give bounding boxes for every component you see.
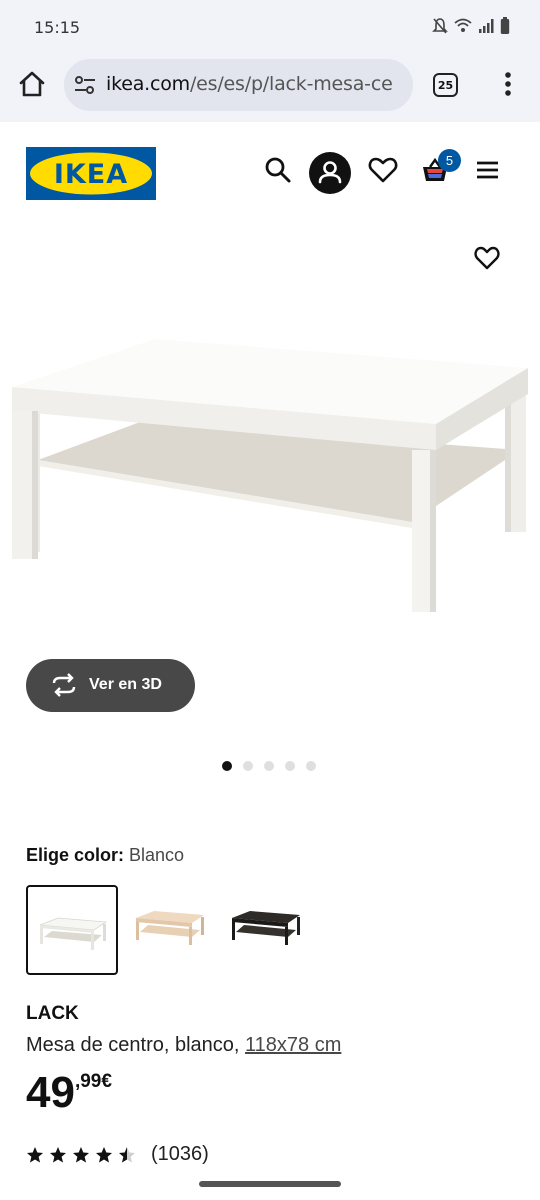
star-icon [27, 1146, 43, 1162]
rating-count: (1036) [151, 1143, 209, 1165]
price-decimals: ,99 [74, 1071, 102, 1092]
color-selector-heading: Elige color: Blanco [26, 845, 184, 866]
gallery-pagination [222, 761, 316, 771]
rating-stars [26, 1146, 136, 1164]
swatch-oak-white[interactable] [122, 885, 214, 975]
price-integer: 49 [26, 1068, 75, 1117]
tab-switcher-button[interactable]: 25 [433, 73, 458, 97]
wifi-icon [454, 18, 472, 32]
star-icon [96, 1146, 112, 1162]
product-description-text: Mesa de centro, blanco, [26, 1034, 240, 1056]
search-icon[interactable] [262, 154, 294, 186]
view-in-3d-label: Ver en 3D [89, 676, 162, 693]
gallery-dot-2[interactable] [243, 761, 253, 771]
gallery-dot-3[interactable] [264, 761, 274, 771]
mute-icon [432, 18, 448, 34]
signal-icon [479, 19, 494, 33]
battery-icon [500, 17, 510, 34]
hamburger-menu-icon[interactable] [472, 154, 504, 186]
address-bar[interactable]: ikea.com/es/es/p/lack-mesa-ce [64, 59, 413, 111]
url-path: /es/es/p/lack-mesa-ce [189, 73, 393, 95]
ikea-logo[interactable]: IKEA [26, 147, 156, 200]
logo-text: IKEA [54, 159, 128, 190]
black-table-thumbnail [232, 911, 300, 945]
favorites-icon[interactable] [367, 154, 399, 186]
url-text: ikea.com/es/es/p/lack-mesa-ce [106, 73, 406, 95]
url-host: ikea.com [106, 73, 190, 95]
status-time: 15:15 [34, 18, 81, 37]
browser-toolbar: ikea.com/es/es/p/lack-mesa-ce 25 [0, 56, 540, 122]
gallery-dot-4[interactable] [285, 761, 295, 771]
gallery-dot-1[interactable] [222, 761, 232, 771]
product-price: 49,99€ [26, 1068, 112, 1118]
status-bar: 15:15 [0, 0, 540, 56]
color-value: Blanco [129, 845, 185, 865]
color-label: Elige color: [26, 845, 125, 865]
star-icon [73, 1146, 89, 1162]
more-options-icon[interactable] [496, 68, 520, 100]
gesture-navigation-bar[interactable] [199, 1181, 341, 1187]
site-settings-icon[interactable] [74, 75, 96, 95]
rotate-3d-icon [52, 673, 76, 697]
product-rating[interactable]: (1036) [26, 1143, 209, 1166]
view-in-3d-button[interactable]: Ver en 3D [26, 659, 195, 712]
price-currency: € [101, 1071, 112, 1092]
cart-count-badge: 5 [438, 149, 461, 172]
product-description: Mesa de centro, blanco, 118x78 cm [26, 1034, 341, 1057]
white-table-thumbnail [39, 917, 108, 950]
product-image[interactable] [0, 222, 540, 642]
product-name: LACK [26, 1003, 79, 1024]
home-icon[interactable] [16, 68, 48, 100]
swatch-black-brown[interactable] [220, 885, 312, 975]
user-icon [318, 161, 342, 184]
status-icons [432, 17, 510, 35]
site-header: IKEA 5 [0, 122, 540, 222]
swatch-white[interactable] [26, 885, 118, 975]
gallery-dot-5[interactable] [306, 761, 316, 771]
product-dimensions-link[interactable]: 118x78 cm [245, 1034, 341, 1056]
oak-table-thumbnail [136, 911, 204, 945]
star-icon [119, 1146, 135, 1162]
account-button[interactable] [309, 152, 351, 194]
save-to-favorites-icon[interactable] [473, 244, 501, 272]
star-icon [50, 1146, 66, 1162]
